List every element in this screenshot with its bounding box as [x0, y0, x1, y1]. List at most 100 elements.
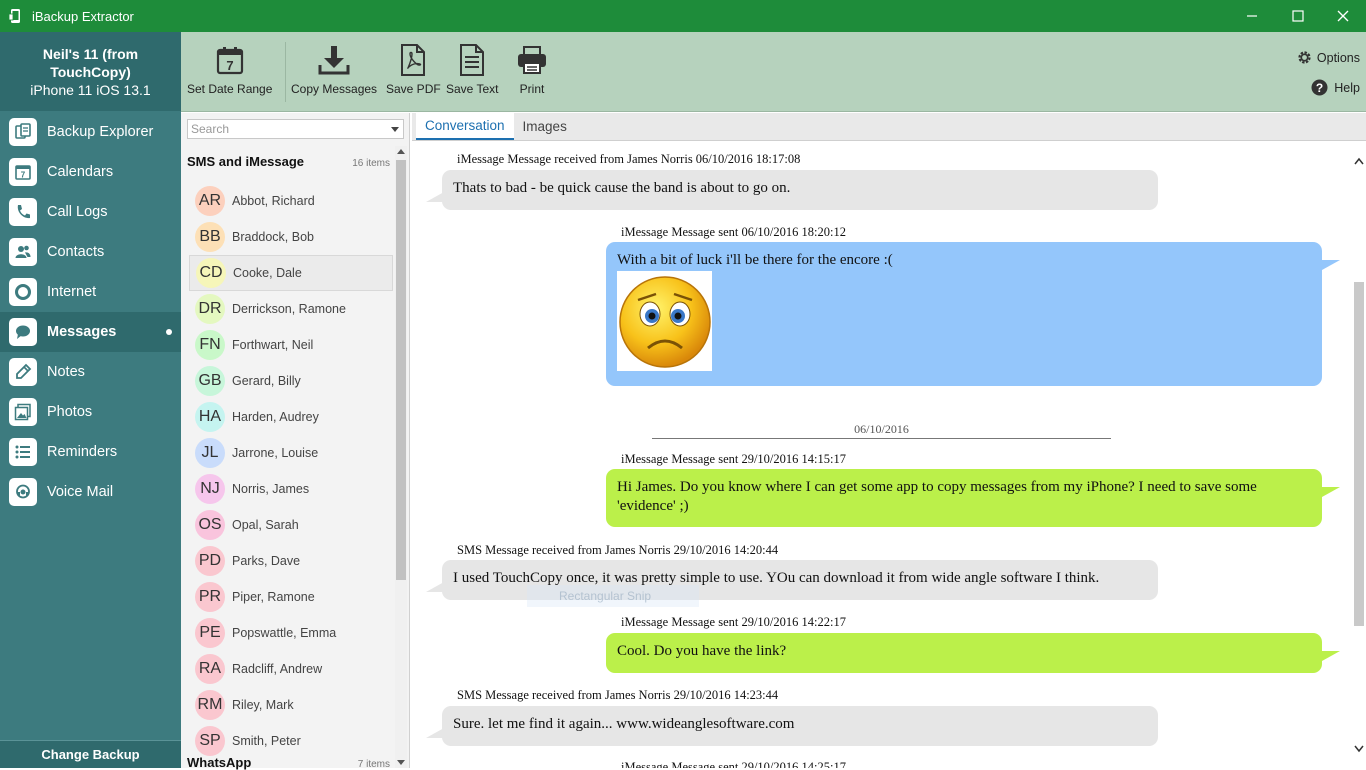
contact-item[interactable]: DR Derrickson, Ramone: [189, 291, 393, 327]
search-input[interactable]: Search: [187, 119, 404, 139]
tab-images[interactable]: Images: [514, 113, 576, 140]
group-header-sms[interactable]: SMS and iMessage 16 items: [187, 154, 390, 169]
contact-item[interactable]: AR Abbot, Richard: [189, 183, 393, 219]
sidebar: Neil's 11 (from TouchCopy) iPhone 11 iOS…: [0, 32, 181, 768]
contact-name: Jarrone, Louise: [232, 446, 319, 460]
sidebar-item-label: Photos: [47, 404, 93, 420]
help-button[interactable]: ? Help: [1311, 79, 1360, 96]
window-title: iBackup Extractor: [32, 8, 134, 24]
scroll-up-icon[interactable]: [397, 149, 405, 154]
sidebar-item-voice-mail[interactable]: Voice Mail: [0, 472, 181, 512]
scroll-thumb[interactable]: [1354, 282, 1364, 626]
save-pdf-button[interactable]: Save PDF: [386, 44, 441, 96]
contact-item[interactable]: GB Gerard, Billy: [189, 363, 393, 399]
avatar: RA: [195, 654, 225, 684]
avatar: NJ: [195, 474, 225, 504]
message-meta: SMS Message received from James Norris 2…: [457, 688, 779, 702]
avatar: OS: [195, 510, 225, 540]
device-model: iPhone 11 iOS 13.1: [30, 82, 151, 98]
message-text: Thats to bad - be quick cause the band i…: [453, 180, 791, 196]
sidebar-item-calendars[interactable]: 7 Calendars: [0, 152, 181, 192]
contact-name: Gerard, Billy: [232, 374, 301, 388]
sidebar-item-reminders[interactable]: Reminders: [0, 432, 181, 472]
sidebar-item-label: Notes: [47, 364, 85, 380]
bubble-tail: [1322, 487, 1340, 497]
contact-item[interactable]: OS Opal, Sarah: [189, 507, 393, 543]
sidebar-item-call-logs[interactable]: Call Logs: [0, 192, 181, 232]
contact-item[interactable]: PE Popswattle, Emma: [189, 615, 393, 651]
scroll-thumb[interactable]: [396, 160, 406, 580]
options-button[interactable]: Options: [1296, 49, 1360, 66]
message-bubble-sent: Hi James. Do you know where I can get so…: [606, 469, 1340, 527]
sad-face-image[interactable]: [617, 271, 712, 371]
change-backup-button[interactable]: Change Backup: [0, 740, 181, 768]
contact-item[interactable]: JL Jarrone, Louise: [189, 435, 393, 471]
contact-item[interactable]: PR Piper, Ramone: [189, 579, 393, 615]
contact-name: Riley, Mark: [232, 698, 294, 712]
svg-text:?: ?: [1316, 81, 1323, 95]
contact-name: Opal, Sarah: [232, 518, 299, 532]
printer-icon: [517, 44, 547, 76]
conversation-scrollbar[interactable]: [1352, 142, 1366, 768]
contact-name: Braddock, Bob: [232, 230, 314, 244]
tab-bar: Conversation Images: [412, 113, 1366, 141]
svg-text:7: 7: [21, 171, 26, 180]
contact-item[interactable]: FN Forthwart, Neil: [189, 327, 393, 363]
contact-item[interactable]: HA Harden, Audrey: [189, 399, 393, 435]
message-text: Sure. let me find it again... www.widean…: [453, 716, 795, 732]
chevron-down-icon[interactable]: [391, 127, 399, 132]
help-label: Help: [1334, 80, 1360, 95]
bubble-tail: [1322, 651, 1340, 661]
close-button[interactable]: [1320, 0, 1366, 32]
group-name: SMS and iMessage: [187, 154, 305, 169]
message-text: Cool. Do you have the link?: [617, 643, 787, 659]
sidebar-item-label: Contacts: [47, 244, 105, 260]
message-meta: iMessage Message sent 06/10/2016 18:20:1…: [621, 225, 846, 239]
tab-conversation[interactable]: Conversation: [416, 113, 514, 140]
message-meta: iMessage Message received from James Nor…: [457, 152, 801, 166]
contact-item[interactable]: CD Cooke, Dale: [189, 255, 393, 291]
calendar-icon: 7: [215, 44, 245, 76]
group-count: 7 items: [357, 759, 390, 770]
sidebar-item-contacts[interactable]: Contacts: [0, 232, 181, 272]
conversation-panel: Conversation Images iMessage Message rec…: [412, 113, 1366, 768]
set-date-range-button[interactable]: 7 Set Date Range: [187, 44, 272, 96]
sidebar-item-notes[interactable]: Notes: [0, 352, 181, 392]
minimize-button[interactable]: [1229, 0, 1275, 32]
contacts-scrollbar[interactable]: [395, 146, 407, 768]
maximize-button[interactable]: [1275, 0, 1321, 32]
print-button[interactable]: Print: [517, 44, 547, 96]
sidebar-item-backup-explorer[interactable]: Backup Explorer: [0, 112, 181, 152]
avatar: CD: [196, 258, 226, 288]
sidebar-item-internet[interactable]: Internet: [0, 272, 181, 312]
voicemail-icon: [9, 478, 37, 506]
contact-item[interactable]: RM Riley, Mark: [189, 687, 393, 723]
sidebar-item-label: Calendars: [47, 164, 114, 180]
app-icon: [8, 8, 24, 24]
avatar: FN: [195, 330, 225, 360]
contacts-icon: [9, 238, 37, 266]
gear-icon: [1296, 49, 1313, 66]
contact-item[interactable]: SP Smith, Peter: [189, 723, 393, 759]
save-text-button[interactable]: Save Text: [446, 44, 498, 96]
contact-list: AR Abbot, Richard BB Braddock, Bob CD Cooke, …: [189, 183, 393, 759]
sidebar-item-messages[interactable]: Messages: [0, 312, 181, 352]
contact-item[interactable]: BB Braddock, Bob: [189, 219, 393, 255]
active-indicator: [166, 329, 172, 335]
contact-item[interactable]: PD Parks, Dave: [189, 543, 393, 579]
message-meta: iMessage Message sent 29/10/2016 14:15:1…: [621, 452, 846, 466]
avatar: PE: [195, 618, 225, 648]
message-meta: iMessage Message sent 29/10/2016 14:22:1…: [621, 615, 846, 629]
sidebar-item-label: Call Logs: [47, 204, 108, 220]
contact-item[interactable]: RA Radcliff, Andrew: [189, 651, 393, 687]
group-count: 16 items: [352, 158, 390, 169]
chevron-up-icon[interactable]: [1354, 152, 1364, 168]
contact-name: Radcliff, Andrew: [232, 662, 323, 676]
sidebar-item-photos[interactable]: Photos: [0, 392, 181, 432]
scroll-down-icon[interactable]: [397, 760, 405, 765]
contact-item[interactable]: NJ Norris, James: [189, 471, 393, 507]
copy-messages-button[interactable]: Copy Messages: [291, 44, 377, 96]
chevron-down-icon[interactable]: [1354, 740, 1364, 756]
internet-icon: [9, 278, 37, 306]
messages-icon: [9, 318, 37, 346]
